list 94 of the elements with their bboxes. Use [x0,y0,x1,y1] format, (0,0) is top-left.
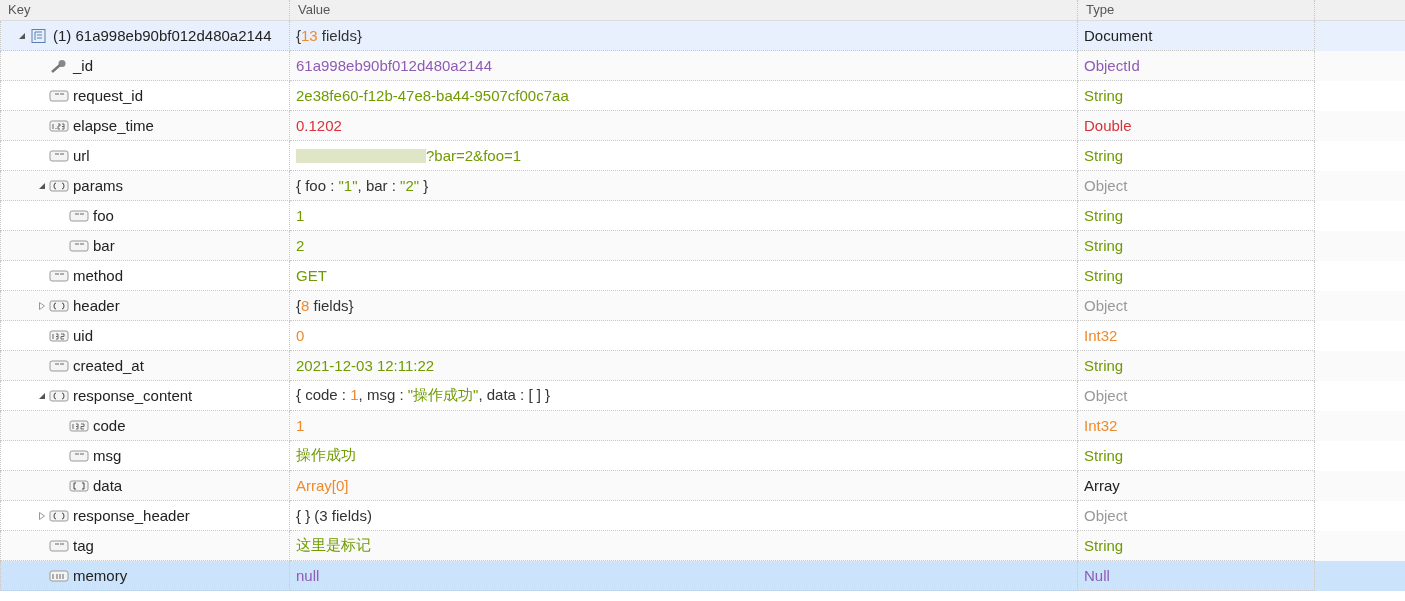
tree-row[interactable]: tag 这里是标记 String [0,531,1405,561]
column-header[interactable]: Value [290,0,1078,20]
field-value: 这里是标记 [296,536,371,555]
field-type: String [1084,537,1124,554]
collapse-triangle-icon[interactable] [18,31,26,40]
tree-row[interactable]: (1) 61a998eb90bf012d480a2144 {13 fields} Document [0,21,1405,51]
field-value: null [296,567,320,584]
string-type-icon [49,268,69,283]
tree-row[interactable]: params { foo : "1", bar : "2" } Object [0,171,1405,201]
field-key: msg [93,447,122,464]
field-type: String [1084,207,1124,224]
string-type-icon [69,238,89,253]
field-value: 2e38fe60-f12b-47e8-ba44-9507cf00c7aa [296,87,569,104]
object-type-icon [49,388,69,403]
tree-row[interactable]: bar 2 String [0,231,1405,261]
string-type-icon [49,88,69,103]
field-type: Int32 [1084,417,1118,434]
array-type-icon [69,478,89,493]
field-value: { } (3 fields) [296,507,372,524]
field-value: 2 [296,237,305,254]
field-type: String [1084,237,1124,254]
field-key: created_at [73,357,144,374]
field-type: String [1084,147,1124,164]
field-key: uid [73,327,94,344]
tree-row[interactable]: elapse_time 0.1202 Double [0,111,1405,141]
tree-row[interactable]: memory null Null [0,561,1405,591]
field-key: header [73,297,120,314]
field-value: 2021-12-03 12:11:22 [296,357,435,374]
field-type: String [1084,267,1124,284]
field-value: 1 [296,417,305,434]
field-value: { code : 1, msg : "操作成功", data : [ ] } [296,386,551,405]
field-key: foo [93,207,114,224]
object-type-icon [49,178,69,193]
object-type-icon [49,298,69,313]
field-value: 0 [296,327,305,344]
field-key: _id [73,57,94,74]
integer-type-icon [49,328,69,343]
field-key: request_id [73,87,144,104]
string-type-icon [49,358,69,373]
field-type: String [1084,87,1124,104]
field-key: response_header [73,507,190,524]
field-key: url [73,147,90,164]
field-value: 0.1202 [296,117,342,134]
string-type-icon [69,208,89,223]
field-value: GET [296,267,327,284]
tree-row[interactable]: code 1 Int32 [0,411,1405,441]
string-type-icon [49,538,69,553]
field-type: String [1084,357,1124,374]
field-key: method [73,267,124,284]
field-type: Document [1084,27,1153,44]
collapse-triangle-icon[interactable] [38,391,46,400]
field-value: 操作成功 [296,446,356,465]
field-key: elapse_time [73,117,154,134]
field-value: {8 fields} [296,297,354,314]
field-type: Object [1084,507,1128,524]
field-key: tag [73,537,94,554]
double-type-icon [49,118,69,133]
field-type: Double [1084,117,1132,134]
field-key: bar [93,237,115,254]
tree-row[interactable]: created_at 2021-12-03 12:11:22 String [0,351,1405,381]
field-key: (1) 61a998eb90bf012d480a2144 [53,27,272,44]
field-type: Null [1084,567,1110,584]
field-type: Int32 [1084,327,1118,344]
tree-row[interactable]: data Array[0] Array [0,471,1405,501]
field-key: data [93,477,123,494]
tree-row[interactable]: _id 61a998eb90bf012d480a2144 ObjectId [0,51,1405,81]
field-value: {13 fields} [296,27,362,44]
field-key: memory [73,567,128,584]
field-value: 1 [296,207,305,224]
field-value: { foo : "1", bar : "2" } [296,177,429,194]
expand-triangle-icon[interactable] [38,511,46,520]
field-type: ObjectId [1084,57,1140,74]
field-type: Object [1084,297,1128,314]
expand-triangle-icon[interactable] [38,301,46,310]
string-type-icon [69,448,89,463]
string-type-icon [49,148,69,163]
null-type-icon [49,568,69,583]
document-icon [29,28,49,43]
tree-row[interactable]: header {8 fields} Object [0,291,1405,321]
field-value: ?bar=2&foo=1 [426,147,522,164]
field-value: 61a998eb90bf012d480a2144 [296,57,493,74]
field-key: code [93,417,126,434]
field-type: String [1084,447,1124,464]
integer-type-icon [69,418,89,433]
field-type: Object [1084,387,1128,404]
field-type: Array [1084,477,1120,494]
field-key: params [73,177,124,194]
column-header[interactable]: Type [1078,0,1315,20]
field-value: Array[0] [296,477,349,494]
field-key: response_content [73,387,193,404]
field-type: Object [1084,177,1128,194]
object-type-icon [49,508,69,523]
column-header[interactable]: Key [0,0,290,20]
collapse-triangle-icon[interactable] [38,181,46,190]
